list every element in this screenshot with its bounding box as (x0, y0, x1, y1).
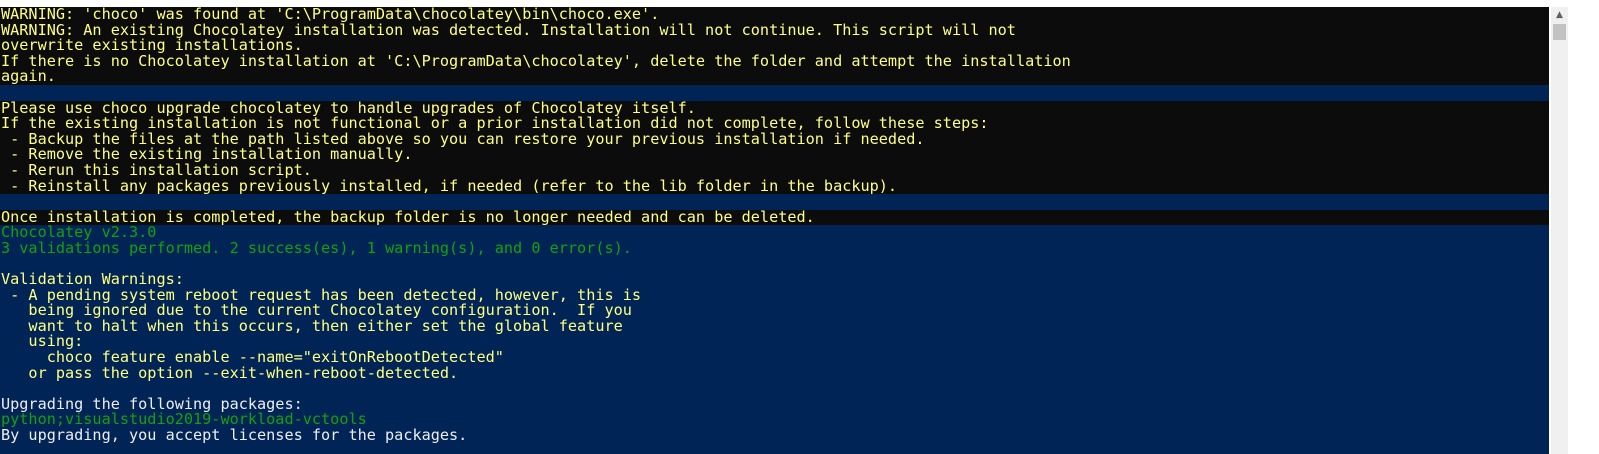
chevron-up-icon[interactable]: ▲ (1553, 9, 1566, 21)
console-line: again. (0, 69, 1549, 85)
console-line: If there is no Chocolatey installation a… (0, 53, 1549, 70)
vertical-scrollbar[interactable] (1551, 7, 1568, 454)
console-line: Once installation is completed, the back… (0, 209, 1549, 226)
console-line: By upgrading, you accept licenses for th… (1, 426, 468, 445)
scrollbar-thumb[interactable] (1553, 24, 1566, 40)
powershell-console-output[interactable]: WARNING: 'choco' was found at 'C:\Progra… (0, 7, 1549, 454)
console-line: - Reinstall any packages previously inst… (0, 178, 1549, 195)
console-line: or pass the option --exit-when-reboot-de… (1, 363, 459, 382)
window-top-edge (0, 0, 1599, 7)
console-line: want to halt when this occurs, then eith… (1, 316, 623, 335)
console-line: 3 validations performed. 2 success(es), … (1, 238, 632, 257)
